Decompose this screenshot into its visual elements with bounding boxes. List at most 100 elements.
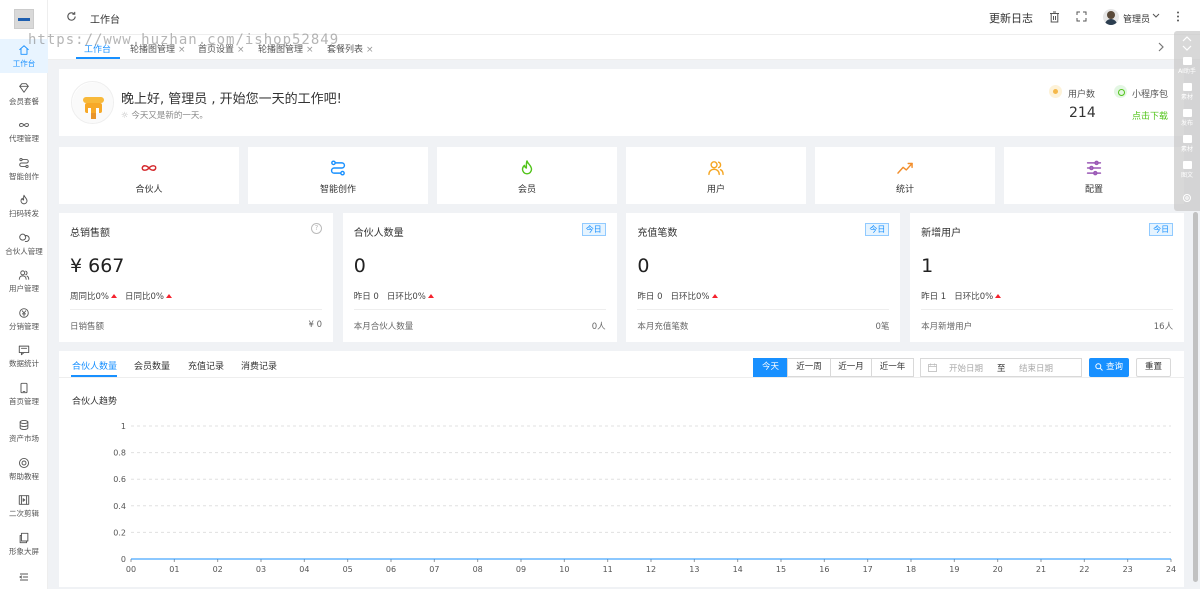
compare-a: 昨日 1 [921, 292, 947, 302]
sidebar-item-0[interactable]: 工作台 [0, 39, 48, 73]
mini-program-download-link[interactable]: 点击下载 [1132, 109, 1168, 122]
quick-entry-3[interactable]: 用户 [626, 147, 806, 204]
close-icon[interactable]: × [178, 45, 186, 55]
quick-entry-2[interactable]: 会员 [437, 147, 617, 204]
chevron-down-icon[interactable] [1152, 13, 1160, 19]
x-tick-label: 01 [169, 565, 179, 574]
page-scrollbar[interactable] [1193, 212, 1198, 582]
tab-label: 轮播图管理 [258, 45, 304, 55]
sidebar-item-label: 工作台 [12, 59, 36, 68]
stat-card-footer-value: ¥ 0 [308, 320, 322, 330]
chevron-right-icon[interactable] [1158, 42, 1164, 52]
help-icon[interactable]: ? [311, 223, 322, 234]
sidebar-item-2[interactable]: 代理管理 [0, 114, 48, 148]
x-tick-label: 12 [646, 565, 656, 574]
users-stat-value: 214 [1069, 105, 1096, 121]
today-badge: 今日 [581, 223, 606, 236]
floating-tool-0[interactable]: AI助手 [1174, 57, 1200, 75]
tab-4[interactable]: 套餐列表 × [327, 42, 374, 55]
sidebar-item-8[interactable]: 数据统计 [0, 339, 48, 373]
sidebar-item-label: 合伙人管理 [5, 246, 43, 256]
tab-1[interactable]: 轮播图管理 × [130, 42, 186, 55]
username[interactable]: 管理员 [1123, 12, 1150, 25]
sidebar-item-label: 用户管理 [9, 284, 39, 293]
close-icon[interactable]: × [306, 45, 314, 55]
chevron-down-icon[interactable] [1182, 45, 1192, 51]
floating-toolbar: AI助手 素材 发布 素材 图文 [1174, 31, 1200, 211]
sidebar-item-3[interactable]: 智能创作 [0, 152, 48, 186]
tab-2[interactable]: 首页设置 × [198, 42, 245, 55]
quick-entry-label: 会员 [517, 185, 536, 195]
chat-icon [0, 232, 48, 244]
fire-icon [0, 194, 48, 206]
app-logo [13, 9, 34, 29]
quick-entry-5[interactable]: 配置 [1004, 147, 1184, 204]
sidebar-item-10[interactable]: 资产市场 [0, 414, 48, 448]
floating-tool-3[interactable]: 素材 [1174, 135, 1200, 153]
quick-entry-label: 合伙人 [135, 185, 163, 195]
update-log-link[interactable]: 更新日志 [989, 10, 1033, 26]
sidebar-item-5[interactable]: 合伙人管理 [0, 227, 48, 261]
user-avatar[interactable] [1103, 9, 1119, 25]
tab-label: 工作台 [84, 45, 112, 55]
y-tick-label: 0.4 [113, 502, 126, 511]
x-tick-label: 16 [819, 565, 829, 574]
tab-0[interactable]: 工作台 [84, 42, 111, 55]
tab-label: 轮播图管理 [130, 45, 176, 55]
trend-icon [815, 159, 995, 177]
menu-fold-icon[interactable] [19, 572, 29, 582]
sidebar-item-4[interactable]: 扫码转发 [0, 189, 48, 223]
stat-card-title: 总销售额 [70, 228, 110, 239]
trash-icon[interactable] [1049, 11, 1060, 23]
tab-3[interactable]: 轮播图管理 × [258, 42, 314, 55]
close-icon[interactable]: × [366, 45, 374, 55]
sidebar: 工作台会员套餐 代理管理智能创作 扫码转发合伙人管理用户管理分销管理 数据统计首页管理… [0, 0, 48, 589]
stat-card-2: 充值笔数 今日 0 昨日 0 日环比0% 本月充值笔数 0笔 [626, 213, 901, 342]
quick-entry-label: 配置 [1084, 185, 1103, 195]
quick-entry-4[interactable]: 统计 [815, 147, 995, 204]
sidebar-item-12[interactable]: 二次剪辑 [0, 489, 48, 523]
stat-card-value: ¥ 667 [70, 255, 125, 277]
compare-a: 昨日 0 [637, 292, 663, 302]
stat-card-title: 合伙人数量 [353, 228, 404, 239]
tab-label: 首页设置 [198, 45, 235, 55]
tool-icon [1182, 161, 1192, 169]
quick-entry-1[interactable]: 智能创作 [248, 147, 428, 204]
fire-icon [437, 159, 617, 177]
stat-card-value: 0 [637, 255, 650, 277]
sun-icon: ☼ [121, 111, 132, 121]
floating-tool-4[interactable]: 图文 [1174, 161, 1200, 179]
more-vertical-icon[interactable] [1176, 11, 1180, 22]
stat-card-value: 1 [921, 255, 934, 277]
partner-trend-chart: 0 0.2 0.4 0.6 0.8 1 00 01 02 03 04 05 06 07 08 09 10 11 12… [113, 422, 1176, 574]
x-tick-label: 11 [603, 565, 613, 574]
sidebar-item-6[interactable]: 用户管理 [0, 264, 48, 298]
compare-b: 日同比0% [125, 292, 164, 302]
trend-chart-panel: 合伙人数量 会员数量 充值记录 消费记录 今天 近一周 近一月 近一年 开始日期 至 结束日… [59, 351, 1184, 587]
mini-program-label: 小程序包 [1132, 90, 1169, 100]
y-tick-label: 0 [121, 555, 126, 564]
floating-tool-2[interactable]: 发布 [1174, 109, 1200, 127]
refresh-icon[interactable] [66, 11, 77, 22]
fullscreen-icon[interactable] [1076, 11, 1087, 22]
x-tick-label: 02 [213, 565, 223, 574]
tool-icon [1182, 109, 1192, 117]
floating-tool-1[interactable]: 素材 [1174, 83, 1200, 101]
stat-card-0: 总销售额? ¥ 667 周同比0% 日同比0% 日销售额 ¥ 0 [59, 213, 333, 342]
chevron-up-icon[interactable] [1182, 36, 1192, 42]
quick-entry-label: 智能创作 [319, 185, 356, 195]
arrow-up-icon [711, 294, 718, 298]
x-tick-label: 05 [343, 565, 353, 574]
sidebar-item-7[interactable]: 分销管理 [0, 302, 48, 336]
settings-icon[interactable] [1182, 193, 1192, 203]
stat-card-compare: 昨日 0 日环比0% [637, 290, 718, 302]
compare-b: 日环比0% [386, 292, 426, 302]
film-icon [0, 494, 48, 506]
sidebar-item-9[interactable]: 首页管理 [0, 377, 48, 411]
sidebar-item-1[interactable]: 会员套餐 [0, 77, 48, 111]
stat-card-1: 合伙人数量 今日 0 昨日 0 日环比0% 本月合伙人数量 0人 [342, 213, 617, 342]
sidebar-item-13[interactable]: 形象大屏 [0, 527, 48, 561]
close-icon[interactable]: × [237, 45, 245, 55]
quick-entry-0[interactable]: 合伙人 [59, 147, 239, 204]
sidebar-item-11[interactable]: 帮助教程 [0, 452, 48, 486]
